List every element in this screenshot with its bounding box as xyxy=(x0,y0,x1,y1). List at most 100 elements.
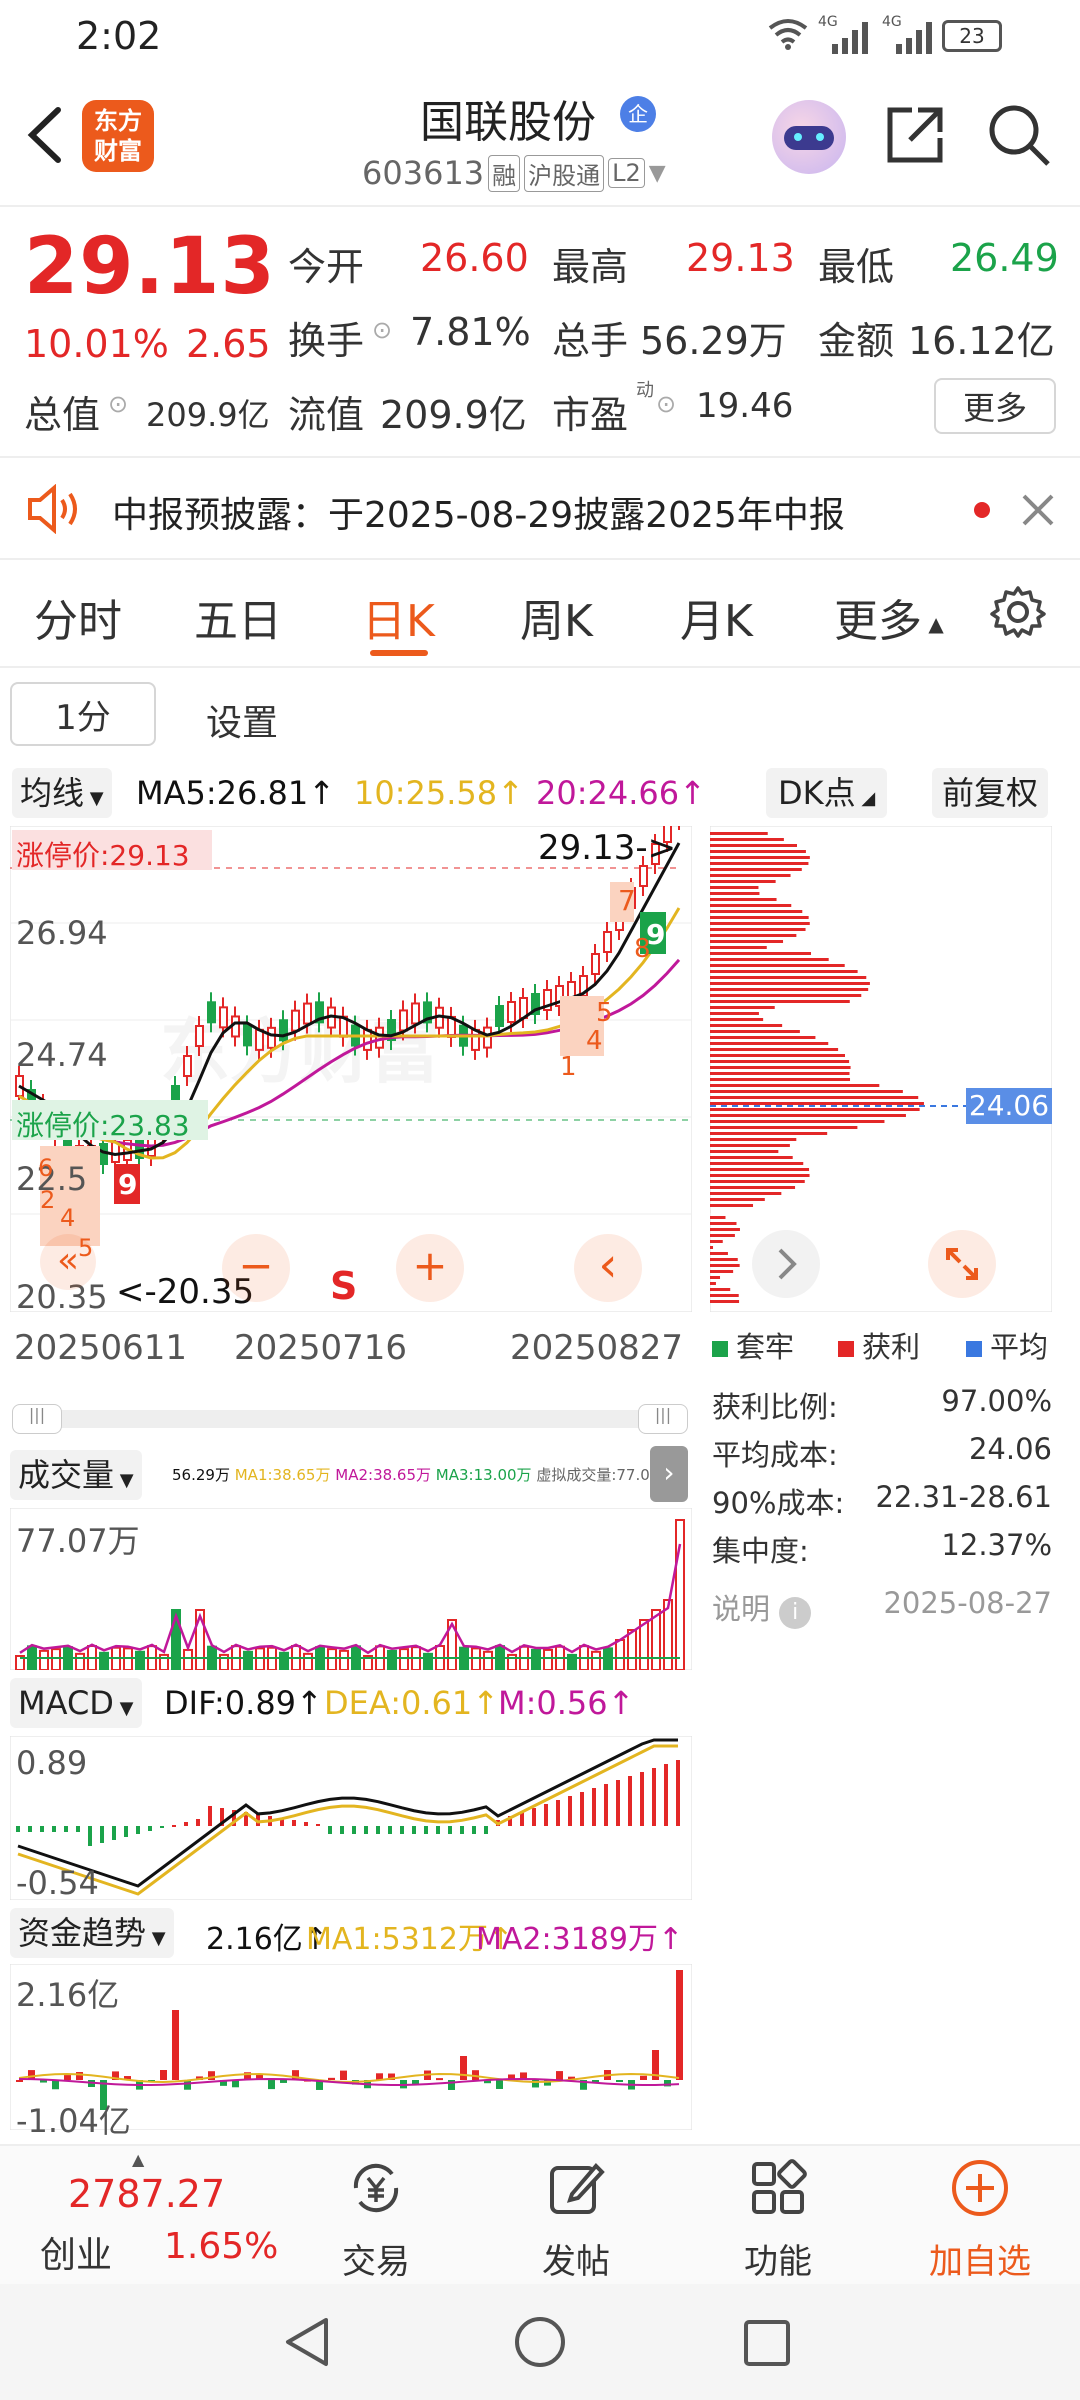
macd-bar xyxy=(376,1826,380,1834)
volume-bar xyxy=(591,1650,601,1670)
volume-bar xyxy=(135,1650,145,1670)
macd-selector[interactable]: MACD ▼ xyxy=(10,1678,142,1728)
expand-panel-button[interactable]: › xyxy=(650,1446,688,1502)
chip-bar xyxy=(710,862,809,865)
macd-bar xyxy=(316,1824,320,1826)
chevron-down-icon[interactable]: ▼ xyxy=(649,161,666,186)
dk-button[interactable]: DK点 ◢ xyxy=(766,768,888,818)
period-settings[interactable]: 设置 xyxy=(206,694,278,746)
stock-code-row: 603613 融 沪股通 L2 ▼ xyxy=(362,154,666,192)
nav-trade[interactable]: 交易 xyxy=(268,2150,484,2282)
index-name: 创业 xyxy=(40,2235,113,2276)
system-home-button[interactable] xyxy=(512,2314,568,2370)
macd-bar xyxy=(604,1784,608,1826)
chip-bar xyxy=(710,1288,731,1291)
fund-bar xyxy=(676,1970,683,2080)
fund-bar xyxy=(328,2077,335,2080)
nav-add-watchlist[interactable]: 加自选 xyxy=(872,2150,1080,2282)
chip-expand-button[interactable] xyxy=(928,1230,996,1298)
macd-bar xyxy=(172,1825,176,1827)
tab-intraday[interactable]: 分时 xyxy=(34,585,122,649)
tab-daily-k[interactable]: 日K xyxy=(362,585,435,649)
index-ticker[interactable]: ▲ 2787.27 创业 1.65% xyxy=(0,2150,300,2280)
chip-next-button[interactable] xyxy=(752,1230,820,1298)
tab-more[interactable]: 更多 ▲ xyxy=(834,585,944,649)
chip-bar xyxy=(710,976,867,979)
chip-bar xyxy=(710,1192,782,1195)
chip-bar xyxy=(710,940,784,943)
range-handle-right[interactable]: ||| xyxy=(638,1404,688,1434)
period-selector[interactable]: 1分 xyxy=(10,682,156,746)
chip-bar xyxy=(710,1282,716,1285)
share-button[interactable] xyxy=(882,102,948,168)
candle xyxy=(471,1028,480,1051)
nav-first-button[interactable]: « xyxy=(40,1234,96,1290)
chip-bar xyxy=(710,1246,714,1249)
info-icon[interactable]: ⊙ xyxy=(108,390,128,418)
signal-icon: 4G 4G xyxy=(818,14,948,54)
macd-bar xyxy=(124,1826,128,1837)
macd-bar xyxy=(628,1776,632,1826)
candle xyxy=(495,1005,504,1027)
nav-post[interactable]: 发帖 xyxy=(468,2150,684,2282)
tab-monthly-k[interactable]: 月K xyxy=(680,585,753,649)
chip-bar xyxy=(710,1120,885,1123)
nav-functions[interactable]: 功能 xyxy=(670,2150,886,2282)
divider xyxy=(0,456,1080,458)
fund-selector[interactable]: 资金趋势 ▼ xyxy=(10,1908,174,1958)
nav-prev-button[interactable]: ‹ xyxy=(574,1234,642,1302)
chip-bar xyxy=(710,952,812,955)
system-recents-button[interactable] xyxy=(742,2318,792,2368)
info-icon[interactable]: ⊙ xyxy=(656,390,676,418)
info-icon[interactable]: ⊙ xyxy=(372,316,392,344)
expand-icon xyxy=(946,1248,978,1280)
cost90-row: 90%成本: 22.31-28.61 xyxy=(712,1480,1052,1520)
chip-bar xyxy=(710,1096,919,1099)
chip-bar xyxy=(710,886,759,889)
range-scrollbar[interactable]: ||| ||| xyxy=(12,1404,688,1434)
range-handle-left[interactable]: ||| xyxy=(12,1404,62,1434)
macd-top-label: 0.89 xyxy=(16,1744,88,1782)
chip-bar xyxy=(710,1084,880,1087)
chip-note-row[interactable]: 说明 i 2025-08-27 xyxy=(712,1586,1052,1629)
zoom-in-button[interactable]: + xyxy=(396,1234,464,1302)
chip-bar xyxy=(710,1144,790,1147)
macd-bar xyxy=(364,1826,368,1834)
back-button[interactable] xyxy=(20,100,70,170)
app-logo[interactable]: 东方 财富 xyxy=(82,100,154,172)
volume-bar xyxy=(303,1652,313,1670)
notice-bar[interactable]: 中报预披露：于2025-08-29披露2025年中报 xyxy=(0,460,1080,558)
chart-settings-button[interactable] xyxy=(990,584,1046,640)
date-label: 20250827 xyxy=(510,1328,684,1368)
macd-bar xyxy=(328,1826,332,1834)
chip-bar xyxy=(710,1138,797,1141)
share-icon xyxy=(887,107,943,163)
tab-weekly-k[interactable]: 周K xyxy=(520,585,593,649)
more-quote-button[interactable]: 更多 xyxy=(934,378,1056,434)
close-notice-button[interactable] xyxy=(1018,490,1058,530)
robot-avatar[interactable] xyxy=(772,100,846,174)
macd-bottom-label: -0.54 xyxy=(16,1864,99,1902)
search-button[interactable] xyxy=(986,102,1052,168)
open-label: 今开 xyxy=(288,245,365,289)
candle xyxy=(291,1009,300,1032)
y-tick: 24.74 xyxy=(16,1036,108,1074)
seq-label: 4 xyxy=(60,1204,76,1232)
tab-indicator xyxy=(370,650,428,656)
adjust-button[interactable]: 前复权 xyxy=(932,768,1049,818)
chip-bar xyxy=(710,1042,829,1045)
system-back-button[interactable] xyxy=(282,2314,332,2370)
nav-label: 功能 xyxy=(744,2242,812,2282)
macd-chart[interactable] xyxy=(10,1736,692,1900)
zoom-out-button[interactable]: − xyxy=(222,1234,290,1302)
index-percent: 1.65% xyxy=(164,2226,279,2267)
ma-selector[interactable]: 均线 ▼ xyxy=(12,768,112,818)
volume-selector[interactable]: 成交量 ▼ xyxy=(10,1450,142,1500)
avg-cost-tag: 24.06 xyxy=(966,1088,1052,1124)
macd-bar xyxy=(436,1826,440,1834)
macd-bar xyxy=(100,1826,104,1843)
chip-bar xyxy=(710,1234,735,1237)
chip-bar xyxy=(710,832,768,835)
sell-marker: S xyxy=(330,1264,358,1308)
tab-five-day[interactable]: 五日 xyxy=(194,585,282,649)
